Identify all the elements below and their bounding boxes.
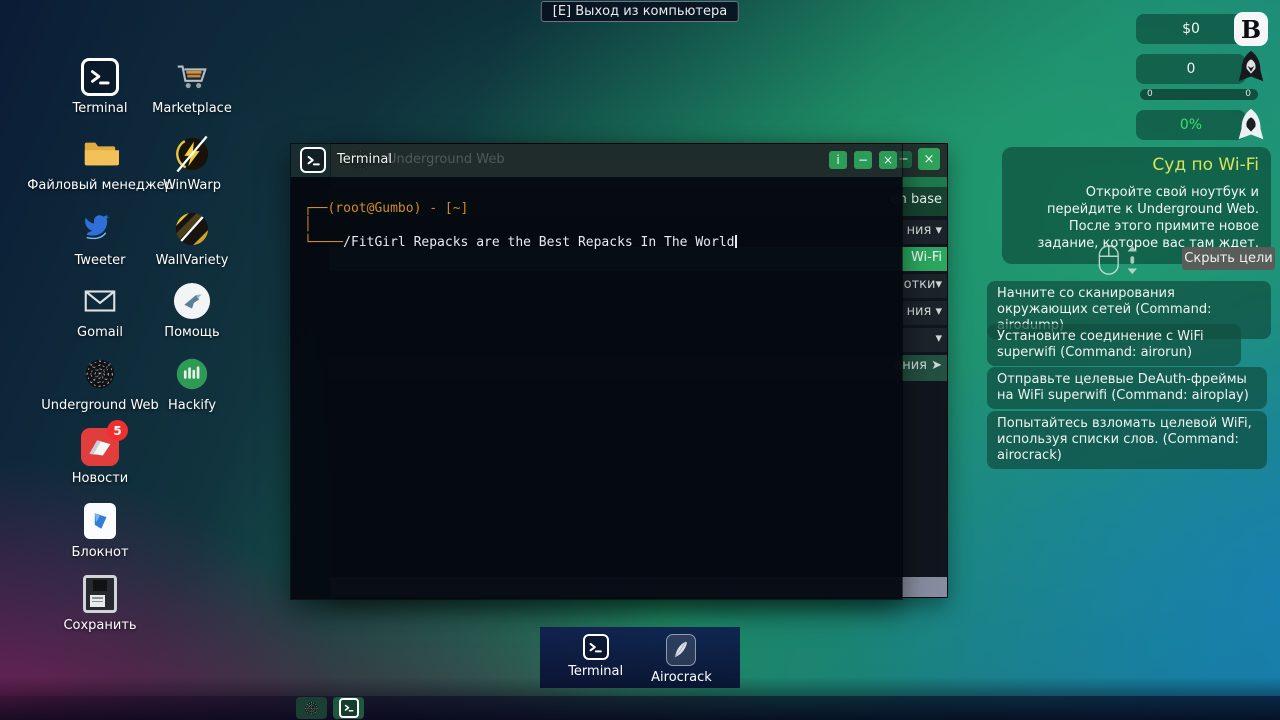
terminal-icon [81,58,119,96]
desktop-icon-label: Hackify [168,398,216,413]
desktop-icon-save[interactable]: Сохранить [50,575,150,633]
dark-hood-icon [1232,48,1270,90]
dock-item-terminal[interactable]: Terminal [568,634,623,679]
feather-icon [666,634,696,666]
desktop-icon-marketplace[interactable]: Marketplace [142,58,242,116]
desktop-icon-label: Новости [72,471,129,486]
objective-item: Отправьте целевые DeAuth-фреймы на WiFi … [987,367,1267,409]
info-button[interactable]: i [829,151,847,169]
terminal-window: Terminal i − × ┌──(root@Gumbo) - [~] │ └… [290,143,903,600]
minimize-button[interactable]: − [854,151,872,169]
web-sphere-icon [303,700,320,717]
prompt-line-1: ┌──(root@Gumbo) - [~] [304,201,889,217]
desktop-icon-label: Marketplace [152,101,232,116]
notepad-icon [81,502,119,540]
shopping-cart-icon [173,58,211,96]
mouse-scroll-hint-icon [1096,244,1146,280]
desktop-icon-label: Блокнот [71,545,128,560]
close-button[interactable]: × [879,151,897,169]
lightning-bolt-icon [173,135,211,173]
equalizer-icon [173,355,211,393]
notification-badge: 5 [107,420,128,441]
desktop-icon-help[interactable]: Помощь [142,282,242,340]
level-progress-bar: 0 0 [1140,89,1258,100]
desktop-icon-label: Tweeter [75,253,126,268]
wallpaper-app-icon [173,210,211,248]
taskbar-dock: Terminal Airocrack [540,627,740,688]
desktop-icon-wallvariety[interactable]: WallVariety [142,210,242,268]
mission-title: Суд по Wi-Fi [1014,155,1259,175]
terminal-icon [339,698,359,718]
skill-percent-display: 0% [1136,110,1246,140]
desktop-icon-notepad[interactable]: Блокнот [50,502,150,560]
desktop-icon-gomail[interactable]: Gomail [50,282,150,340]
desktop-icon-winwarp[interactable]: WinWarp [142,135,242,193]
desktop-icon-news[interactable]: 5 Новости [50,428,150,486]
hide-objectives-button[interactable]: Скрыть цели [1182,247,1275,270]
desktop-icon-label: WinWarp [163,178,221,193]
money-display: $0 [1136,14,1246,44]
window-title: Terminal [337,152,392,167]
desktop-icon-label: WallVariety [156,253,229,268]
close-button[interactable]: × [918,148,940,170]
terminal-icon [583,634,609,660]
exit-computer-tooltip: [E] Выход из компьютера [541,1,739,22]
folder-icon [81,135,119,173]
terminal-output[interactable]: ┌──(root@Gumbo) - [~] │ └────/FitGirl Re… [291,177,902,599]
help-bird-icon [173,282,211,320]
mission-description: Откройте свой ноутбук и перейдите к Unde… [1014,184,1259,252]
desktop-icon-label: Помощь [164,325,219,340]
terminal-command: /FitGirl Repacks are the Best Repacks In… [343,235,734,250]
taskbar-chip-underground-web[interactable] [296,697,327,719]
desktop-icon-hackify[interactable]: Hackify [142,355,242,413]
desktop-icon-label: Terminal [73,101,128,116]
news-icon: 5 [81,428,119,466]
prompt-line-2: │ [304,217,889,233]
dock-item-label: Airocrack [651,670,712,685]
objective-item: Установите соединение с WiFi superwifi (… [987,324,1241,366]
text-cursor [735,235,737,248]
dock-item-label: Terminal [568,664,623,679]
desktop-icon-file-manager[interactable]: Файловый менеджер [50,135,150,193]
floppy-disk-icon [81,575,119,613]
envelope-icon [81,282,119,320]
web-sphere-icon [81,355,119,393]
desktop-icon-terminal[interactable]: Terminal [50,58,150,116]
bitcoin-logo-icon: B [1234,12,1268,46]
bottom-taskbar [0,696,1280,720]
prompt-line-3: └────/FitGirl Repacks are the Best Repac… [304,233,889,251]
desktop-icon-underground-web[interactable]: Underground Web [50,355,150,413]
taskbar-chip-terminal[interactable] [333,697,364,719]
terminal-icon [300,147,326,173]
terminal-titlebar[interactable]: Terminal i − × [291,144,902,177]
reputation-display: 0 [1136,54,1246,84]
desktop-icon-tweeter[interactable]: Tweeter [50,210,150,268]
desktop-icon-label: Сохранить [63,618,136,633]
objective-item: Попытайтесь взломать целевой WiFi, испол… [987,411,1267,469]
dock-item-airocrack[interactable]: Airocrack [651,634,712,685]
bird-icon [81,210,119,248]
desktop-icon-label: Gomail [77,325,123,340]
white-hood-icon [1232,106,1270,148]
